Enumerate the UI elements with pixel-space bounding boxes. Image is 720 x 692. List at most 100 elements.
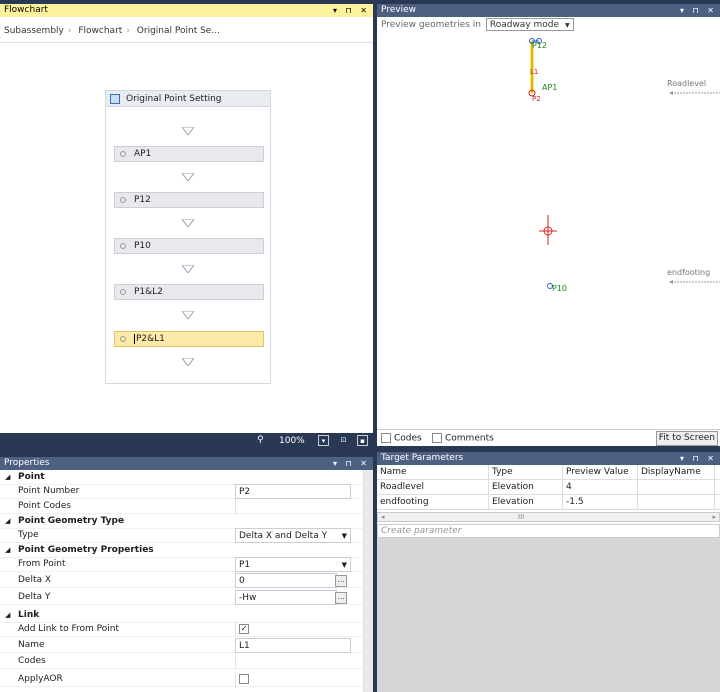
breadcrumb-item[interactable]: Subassembly: [4, 26, 64, 36]
apply-aor-checkbox[interactable]: [239, 673, 249, 684]
type-select[interactable]: Delta X and Delta Y ▼: [235, 528, 351, 543]
prop-apply-aor: ApplyAOR: [0, 672, 363, 687]
fit-to-screen-button[interactable]: Fit to Screen: [655, 431, 718, 446]
flow-step-p12[interactable]: P12: [114, 192, 264, 208]
parameters-empty-area: [377, 538, 720, 692]
flow-arrow-icon: [182, 358, 194, 366]
prop-delta-x: Delta X 0…: [0, 573, 363, 588]
link-name-field[interactable]: L1: [235, 638, 351, 653]
prop-link-name: Name L1: [0, 638, 363, 653]
prop-point-number: Point Number P2: [0, 484, 363, 499]
add-link-checkbox[interactable]: ✓: [239, 623, 249, 634]
table-header: Name Type Preview Value DisplayName: [377, 465, 720, 480]
flow-step-p10[interactable]: P10: [114, 238, 264, 254]
category-geometry-type[interactable]: ◢ Point Geometry Type: [0, 514, 363, 529]
collapse-icon: ◢: [5, 546, 11, 554]
prop-delta-y: Delta Y -Hw…: [0, 590, 363, 605]
preview-canvas[interactable]: P12 L1 AP1 P2 Roadlevel P10 endfooting: [377, 35, 720, 429]
flowchart-box: Original Point Setting AP1 P12 P10 P1&L2…: [105, 90, 271, 384]
target-parameters-panel: Target Parameters ▾ ⊓ ✕ Name Type Previe…: [377, 452, 720, 692]
roadlevel-label: Roadlevel: [667, 79, 706, 88]
chevron-down-icon: ▼: [341, 532, 347, 540]
preview-panel: Preview ▾ ⊓ ✕ Preview geometries in Road…: [377, 4, 720, 446]
target-title: Target Parameters: [381, 453, 464, 463]
magnifier-icon[interactable]: ⚲: [257, 435, 264, 445]
flowchart-box-title: Original Point Setting: [126, 94, 222, 104]
flow-arrow-icon: [182, 173, 194, 181]
panel-buttons[interactable]: ▾ ⊓ ✕: [333, 457, 370, 470]
preview-mode-select[interactable]: Roadway mode ▼: [485, 18, 574, 31]
fit-view-icon[interactable]: ⊡: [338, 435, 349, 446]
column-header[interactable]: Type: [489, 465, 563, 480]
preview-toolbar: Preview geometries in Roadway mode ▼: [377, 17, 574, 35]
category-link[interactable]: ◢ Link: [0, 608, 363, 623]
from-point-select[interactable]: P1 ▼: [235, 557, 351, 572]
chevron-down-icon: ▼: [341, 561, 347, 569]
category-geometry-props[interactable]: ◢ Point Geometry Properties: [0, 543, 363, 558]
ap1-label: AP1: [542, 83, 557, 92]
l1-label: L1: [530, 68, 538, 76]
comments-label: Comments: [445, 433, 494, 444]
properties-panel: Properties ▾ ⊓ ✕ ◢ Point Point Number P2 P…: [0, 457, 373, 692]
prop-type: Type Delta X and Delta Y ▼: [0, 528, 363, 543]
flowchart-status-bar: ⚲ 100% ▾ ⊡ ▪: [0, 433, 373, 450]
radio-icon: [120, 151, 126, 157]
flowchart-panel: Flowchart ▾ ⊓ ✕ Subassembly › Flowchart › …: [0, 4, 373, 450]
panel-buttons[interactable]: ▾ ⊓ ✕: [333, 4, 370, 17]
zoom-level: 100%: [279, 436, 305, 446]
collapse-icon: ◢: [5, 473, 11, 481]
properties-title: Properties: [4, 458, 50, 468]
column-header[interactable]: DisplayName: [638, 465, 715, 480]
properties-title-bar: Properties ▾ ⊓ ✕: [0, 457, 373, 470]
radio-icon: [120, 197, 126, 203]
flow-step-p2-l1[interactable]: P2&L1: [114, 331, 264, 347]
chevron-down-icon: ▼: [565, 22, 570, 29]
collapse-icon: ◢: [5, 611, 11, 619]
flow-step-ap1[interactable]: AP1: [114, 146, 264, 162]
zoom-dropdown-icon[interactable]: ▾: [318, 435, 329, 446]
codes-label: Codes: [394, 433, 422, 444]
breadcrumb: Subassembly › Flowchart › Original Point S…: [0, 17, 373, 43]
p2-label: P2: [532, 95, 541, 103]
flow-arrow-icon: [182, 311, 194, 319]
delta-y-field[interactable]: -Hw…: [235, 590, 347, 605]
preview-title: Preview: [381, 5, 417, 15]
preview-drawing: P12 L1 AP1 P2 Roadlevel P10 endfooting: [528, 38, 720, 293]
target-title-bar: Target Parameters ▾ ⊓ ✕: [377, 452, 720, 465]
endfooting-label: endfooting: [667, 268, 710, 277]
preview-title-bar: Preview ▾ ⊓ ✕: [377, 4, 720, 17]
column-header[interactable]: Preview Value: [563, 465, 638, 480]
comments-checkbox[interactable]: [432, 433, 442, 443]
breadcrumb-item[interactable]: Flowchart: [78, 26, 122, 36]
collapse-icon: ◢: [5, 517, 11, 525]
create-parameter-input[interactable]: Create parameter: [377, 524, 720, 538]
ellipsis-button[interactable]: …: [335, 592, 347, 604]
horizontal-scrollbar[interactable]: ◂ III ▸: [377, 512, 720, 522]
panel-buttons[interactable]: ▾ ⊓ ✕: [680, 4, 717, 17]
table-row[interactable]: Roadlevel Elevation 4: [377, 480, 720, 495]
link-codes-field[interactable]: [235, 654, 351, 669]
expand-icon[interactable]: ▪: [357, 435, 368, 446]
delta-x-field[interactable]: 0…: [235, 573, 347, 588]
ellipsis-button[interactable]: …: [335, 575, 347, 587]
table-row[interactable]: endfooting Elevation -1.5: [377, 495, 720, 510]
flow-arrow-icon: [182, 219, 194, 227]
preview-footer: Codes Comments Fit to Screen: [377, 429, 720, 446]
flowchart-title: Flowchart: [4, 5, 48, 15]
properties-scrollbar[interactable]: [363, 470, 373, 692]
point-codes-field[interactable]: [235, 499, 351, 514]
point-number-field[interactable]: P2: [235, 484, 351, 499]
settings-doc-icon: [110, 94, 120, 104]
prop-link-codes: Codes: [0, 654, 363, 669]
radio-icon: [120, 289, 126, 295]
breadcrumb-item[interactable]: Original Point Se...: [137, 26, 220, 36]
flow-arrow-icon: [182, 265, 194, 273]
prop-from-point: From Point P1 ▼: [0, 557, 363, 572]
column-header[interactable]: Name: [377, 465, 489, 480]
codes-checkbox[interactable]: [381, 433, 391, 443]
flowchart-title-bar: Flowchart ▾ ⊓ ✕: [0, 4, 373, 17]
category-point[interactable]: ◢ Point: [0, 470, 363, 485]
p12-label: P12: [532, 41, 547, 50]
panel-buttons[interactable]: ▾ ⊓ ✕: [680, 452, 717, 465]
flow-step-p1-l2[interactable]: P1&L2: [114, 284, 264, 300]
